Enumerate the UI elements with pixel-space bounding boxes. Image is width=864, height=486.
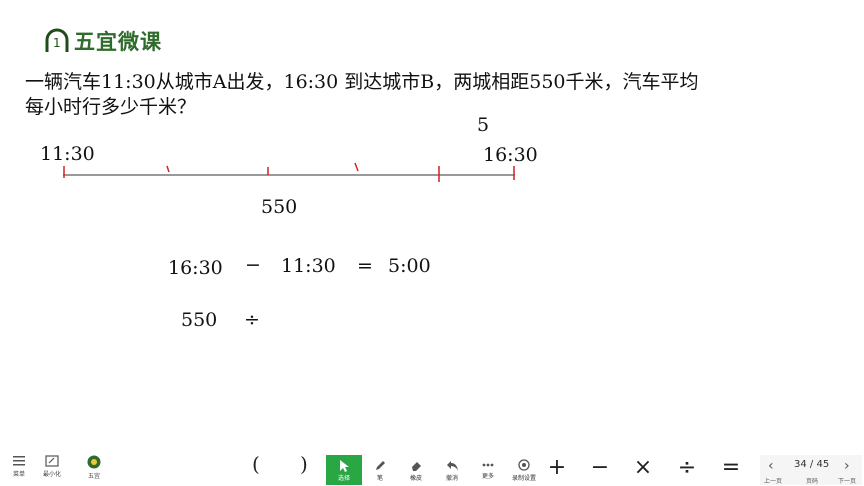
minimize-icon (45, 455, 59, 467)
minimize-button[interactable]: 最小化 (37, 455, 67, 483)
pen-tool-button[interactable]: 笔 (362, 455, 398, 485)
more-label: 更多 (481, 473, 494, 480)
pen-tool-label: 笔 (376, 474, 383, 482)
row1-equals-sign: = (357, 255, 373, 277)
problem-text: 一辆汽车11:30从城市A出发，16:30 到达城市B，两城相距550千米，汽车… (25, 70, 765, 120)
next-page-label[interactable]: 下一页 (838, 476, 856, 485)
eraser-tool-button[interactable]: 橡皮 (398, 455, 434, 485)
equals-button[interactable]: = (716, 455, 746, 480)
undo-button[interactable]: 撤消 (434, 455, 470, 485)
more-icon (482, 463, 494, 467)
select-tool-button[interactable]: 选择 (326, 455, 362, 485)
more-button[interactable]: 更多 (470, 455, 506, 485)
times-button[interactable]: × (628, 455, 658, 480)
pen-icon (376, 460, 385, 470)
row1-result: 5:00 (388, 255, 431, 277)
undo-icon (446, 460, 458, 471)
problem-line-2: 每小时行多少千米？ (25, 96, 197, 118)
timeline-tick (354, 162, 359, 172)
minimize-label: 最小化 (42, 471, 61, 478)
undo-label: 撤消 (445, 474, 458, 482)
pager: ‹ 上一页 34 / 45 页码 › 下一页 (760, 455, 862, 485)
problem-line-1: 一辆汽车11:30从城市A出发，16:30 到达城市B，两城相距550千米，汽车… (25, 71, 699, 93)
plus-button[interactable]: + (542, 455, 572, 480)
row1-minus-sign: − (245, 254, 261, 276)
distance-label: 550 (261, 196, 298, 218)
record-settings-button[interactable]: 录制设置 (506, 455, 542, 485)
menu-button[interactable]: 菜单 (4, 455, 34, 483)
timeline (63, 162, 515, 182)
eraser-icon (411, 461, 421, 471)
record-settings-label: 录制设置 (511, 474, 536, 482)
row2-dividend: 550 (181, 309, 218, 331)
prev-page-label[interactable]: 上一页 (764, 476, 782, 485)
paren-close: ) (300, 452, 308, 476)
timeline-tick (166, 165, 170, 173)
cursor-icon (340, 459, 349, 472)
prev-page-icon[interactable]: ‹ (768, 458, 774, 474)
page-number-label: 页码 (806, 478, 819, 485)
divide-button[interactable]: ÷ (672, 455, 702, 480)
next-page-icon[interactable]: › (844, 458, 850, 474)
menu-label: 菜单 (12, 471, 25, 478)
app-label: 五宜 (87, 473, 100, 480)
menu-icon (13, 456, 25, 466)
logo-text: 五宜微课 (74, 30, 162, 54)
eraser-tool-label: 橡皮 (409, 474, 422, 482)
row1-subtrahend: 11:30 (281, 255, 336, 277)
logo: 1 五宜微课 (44, 26, 162, 56)
minus-button[interactable]: − (585, 455, 615, 480)
logo-mark-icon: 1 (44, 28, 70, 54)
drawing-toolbar: 选择 笔 橡皮 撤消 更多 录制设置 (326, 455, 542, 485)
hours-label: 5 (477, 114, 490, 136)
paren-open: ( (252, 452, 260, 476)
row2-divide-sign: ÷ (244, 309, 260, 331)
select-tool-label: 选择 (337, 474, 350, 482)
page-indicator[interactable]: 34 / 45 (794, 459, 829, 470)
app-logo-icon (87, 455, 101, 469)
logo-number: 1 (53, 36, 61, 50)
app-button[interactable]: 五宜 (76, 455, 112, 483)
row1-minuend: 16:30 (168, 257, 223, 279)
record-icon (518, 458, 530, 471)
